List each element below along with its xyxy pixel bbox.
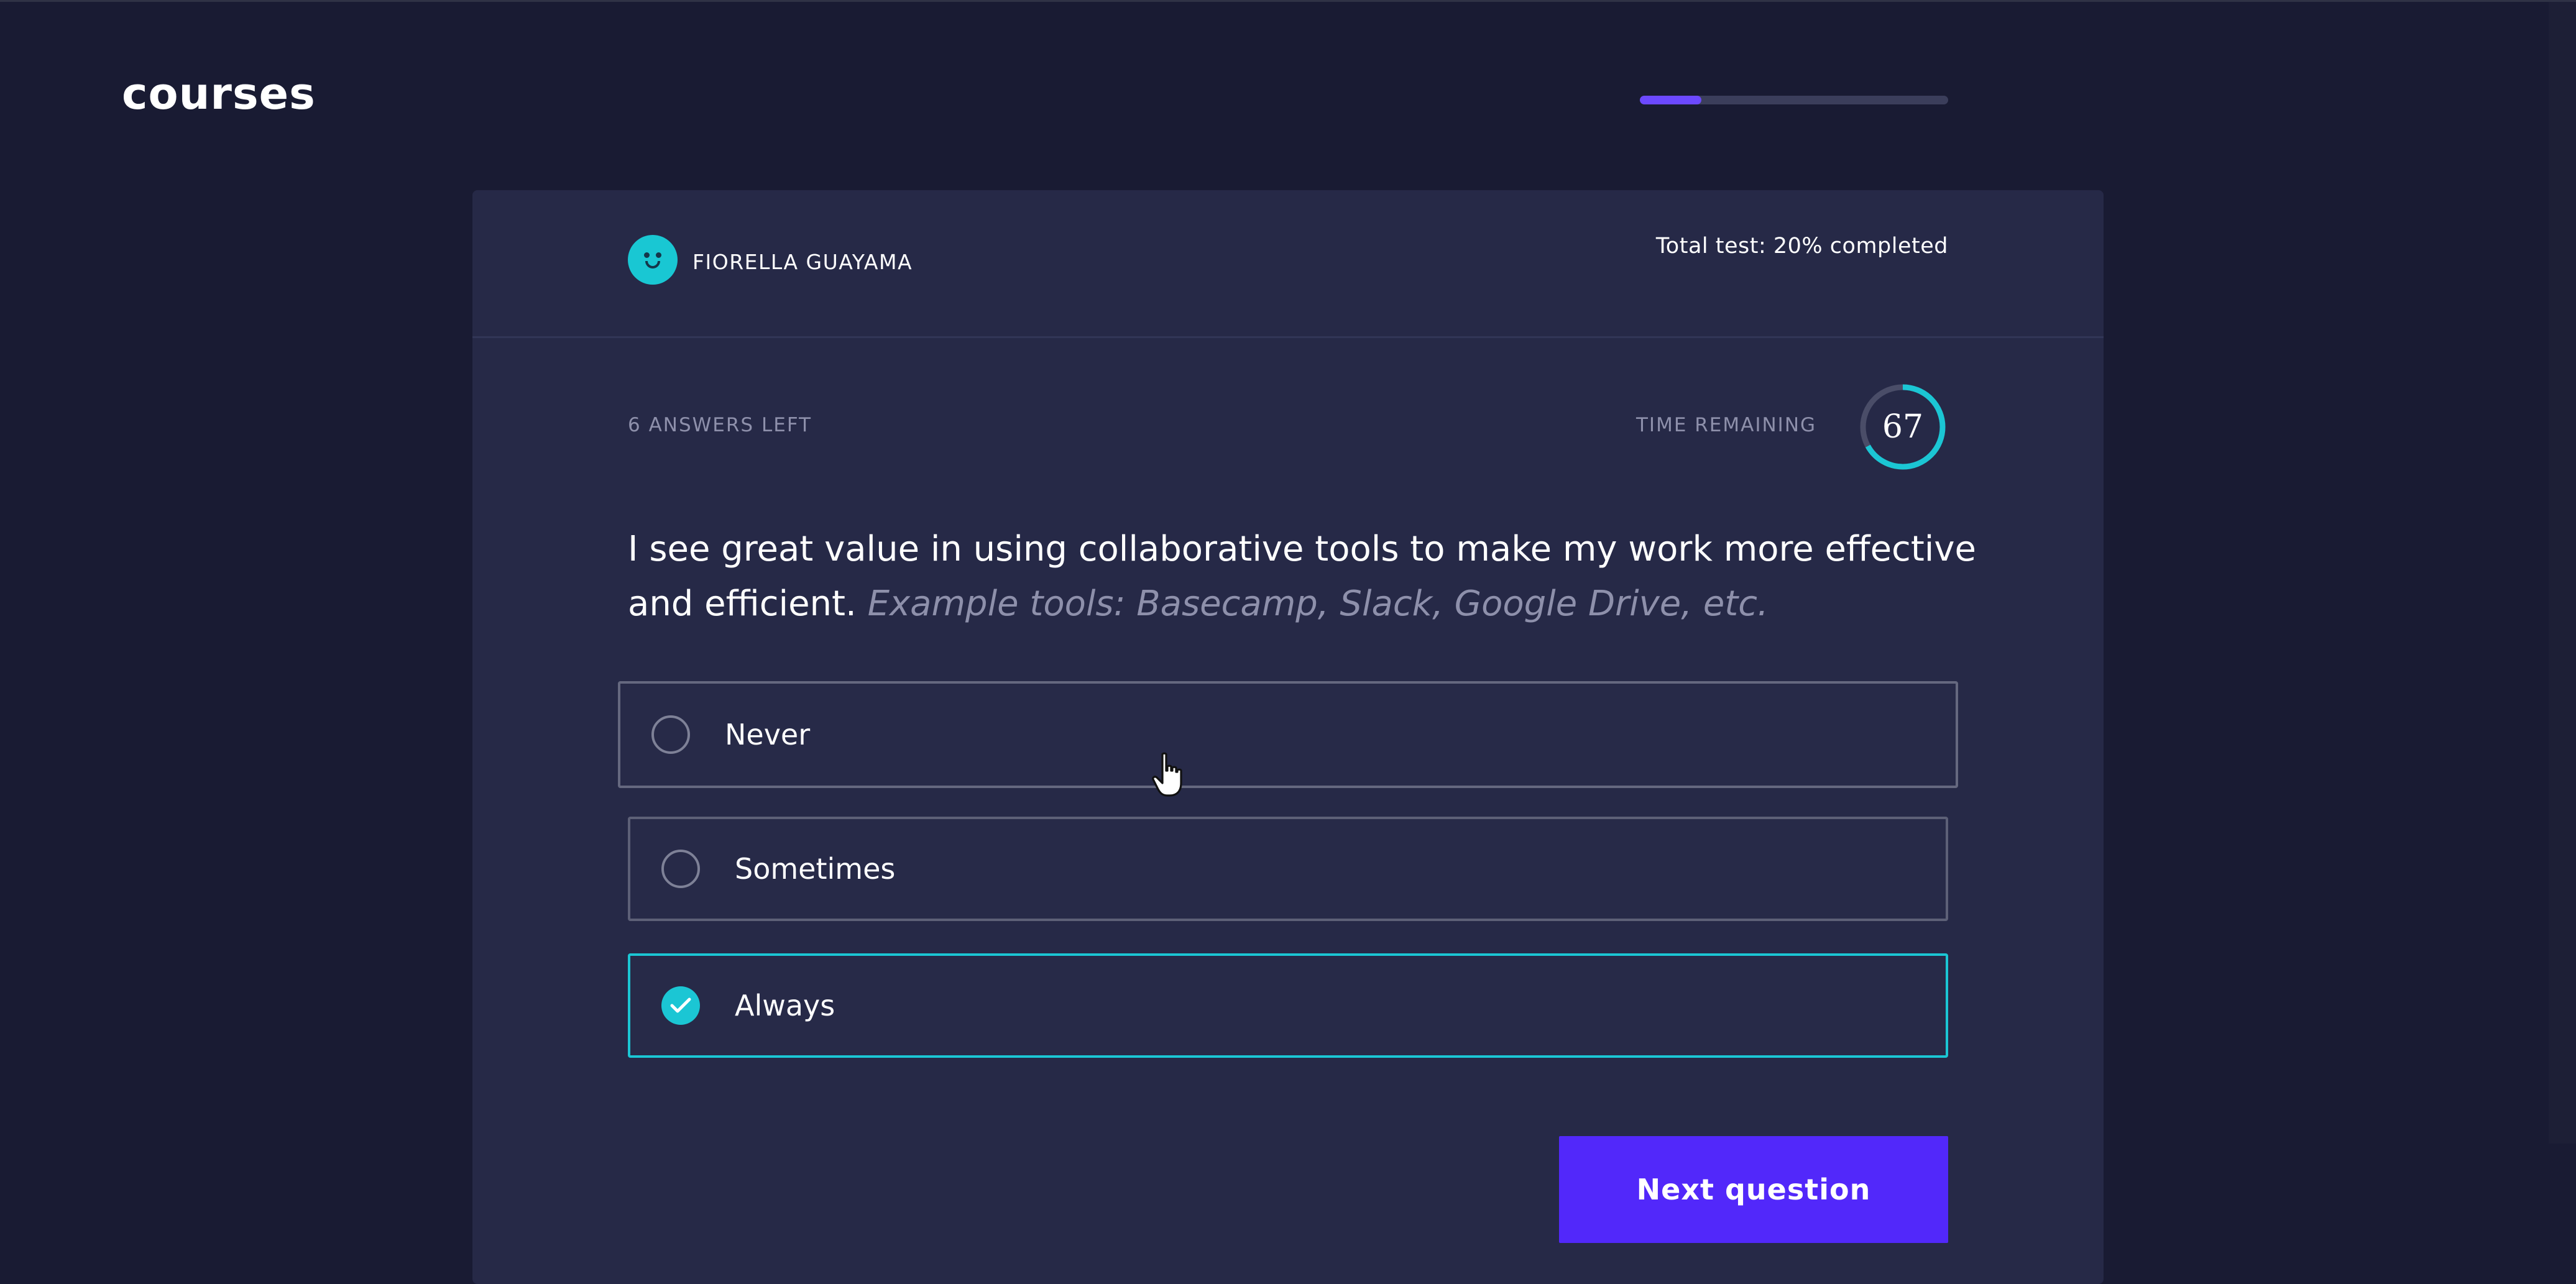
progress-bar — [1640, 96, 1948, 104]
app-logo[interactable]: courses — [122, 68, 316, 119]
option-label: Never — [725, 718, 811, 751]
user-name: FIORELLA GUAYAMA — [692, 250, 913, 274]
answers-left-counter: 6 ANSWERS LEFT — [628, 414, 812, 436]
option-never[interactable]: Never — [618, 681, 1958, 788]
radio-unchecked-icon[interactable] — [651, 715, 690, 754]
scrollbar-track[interactable] — [2549, 2, 2576, 1144]
option-label: Sometimes — [735, 852, 896, 886]
check-mark-icon — [670, 997, 691, 1013]
question-example: Example tools: Basecamp, Slack, Google D… — [867, 584, 1769, 624]
hand-pointer-icon — [1152, 752, 1182, 797]
card-header: FIORELLA GUAYAMA Total test: 20% complet… — [472, 190, 2104, 338]
progress-bar-fill — [1640, 96, 1702, 104]
quiz-card: FIORELLA GUAYAMA Total test: 20% complet… — [472, 190, 2104, 1284]
option-always[interactable]: Always — [628, 953, 1948, 1058]
check-icon[interactable] — [661, 986, 700, 1025]
progress-label: Total test: 20% completed — [1655, 234, 1948, 259]
next-question-button[interactable]: Next question — [1559, 1136, 1948, 1243]
timer-value: 67 — [1882, 408, 1924, 446]
option-label: Always — [735, 989, 835, 1022]
time-remaining-label: TIME REMAINING — [1636, 414, 1817, 436]
window-top-border — [0, 0, 2576, 2]
smiley-avatar-icon — [628, 235, 678, 285]
option-sometimes[interactable]: Sometimes — [628, 817, 1948, 921]
countdown-timer: 67 — [1857, 382, 1948, 472]
radio-unchecked-icon[interactable] — [661, 850, 700, 888]
question-text: I see great value in using collaborative… — [628, 522, 1995, 631]
